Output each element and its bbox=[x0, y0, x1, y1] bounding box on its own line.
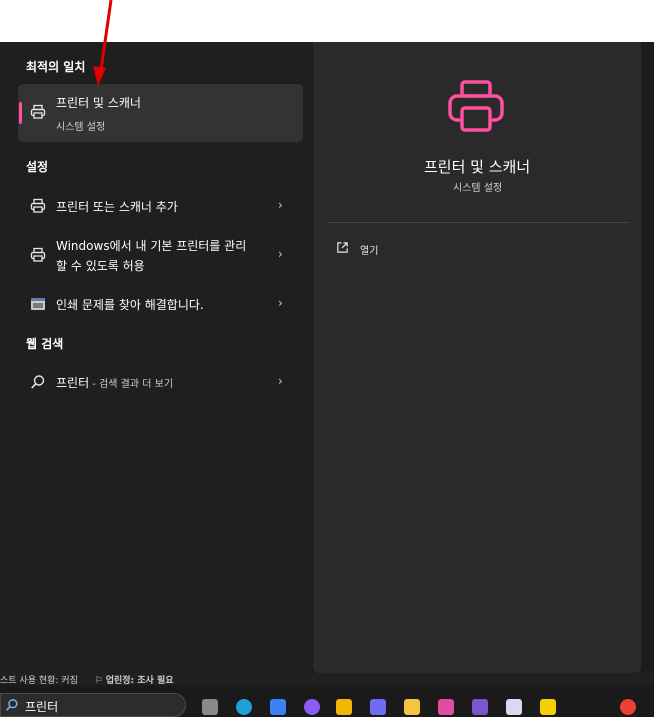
chevron-right-icon: › bbox=[278, 374, 283, 388]
open-external-icon bbox=[337, 242, 348, 253]
top-background bbox=[0, 0, 654, 42]
chevron-right-icon: › bbox=[278, 296, 283, 310]
visual-studio-icon[interactable] bbox=[472, 699, 488, 715]
file-explorer-icon[interactable] bbox=[404, 699, 420, 715]
app-icon-purple[interactable] bbox=[370, 699, 386, 715]
app-icon-blue[interactable] bbox=[270, 699, 286, 715]
selection-accent bbox=[19, 102, 22, 124]
printer-icon bbox=[30, 198, 46, 213]
detail-divider bbox=[327, 222, 629, 223]
web-search-label: 프린터 - 검색 결과 더 보기 bbox=[56, 374, 173, 391]
store-icon[interactable] bbox=[336, 699, 352, 715]
taskbar-search-input: 프린터 bbox=[25, 700, 59, 714]
printer-icon bbox=[30, 247, 46, 262]
settings-heading: 설정 bbox=[26, 160, 49, 174]
best-match-title: 프린터 및 스캐너 bbox=[56, 96, 141, 110]
detail-title: 프린터 및 스캐너 bbox=[424, 158, 531, 176]
settings-item-label: 프린터 또는 스캐너 추가 bbox=[56, 200, 178, 214]
best-match-item[interactable] bbox=[18, 84, 303, 142]
app-icon-pink[interactable] bbox=[438, 699, 454, 715]
settings-item-label-line1: Windows에서 내 기본 프린터를 관리 bbox=[56, 239, 247, 253]
chevron-right-icon: › bbox=[278, 198, 283, 212]
search-icon bbox=[6, 699, 18, 711]
edge-icon[interactable] bbox=[236, 699, 252, 715]
chrome-icon[interactable] bbox=[620, 699, 636, 715]
detail-pane bbox=[313, 42, 641, 673]
detail-subtitle: 시스템 설정 bbox=[453, 183, 503, 194]
chevron-right-icon: › bbox=[278, 247, 283, 261]
kakaotalk-icon[interactable] bbox=[540, 699, 556, 715]
printer-icon bbox=[30, 104, 46, 119]
web-search-suffix: - 검색 결과 더 보기 bbox=[89, 379, 174, 390]
best-match-heading: 최적의 일치 bbox=[26, 60, 86, 74]
taskbar-search-box[interactable]: 프린터 bbox=[0, 693, 186, 717]
web-search-heading: 웹 검색 bbox=[26, 337, 64, 351]
app-icon-light[interactable] bbox=[506, 699, 522, 715]
settings-item-label: 인쇄 문제를 찾아 해결합니다. bbox=[56, 298, 204, 312]
printer-icon-large bbox=[448, 80, 504, 132]
best-match-subtitle: 시스템 설정 bbox=[56, 122, 106, 133]
search-icon bbox=[31, 375, 45, 389]
task-view-icon[interactable] bbox=[202, 699, 218, 715]
settings-item-label-line2: 할 수 있도록 허용 bbox=[56, 259, 145, 273]
copilot-icon[interactable] bbox=[304, 699, 320, 715]
web-search-query: 프린터 bbox=[56, 376, 90, 390]
troubleshoot-icon bbox=[31, 298, 45, 310]
open-label: 열기 bbox=[360, 246, 379, 257]
